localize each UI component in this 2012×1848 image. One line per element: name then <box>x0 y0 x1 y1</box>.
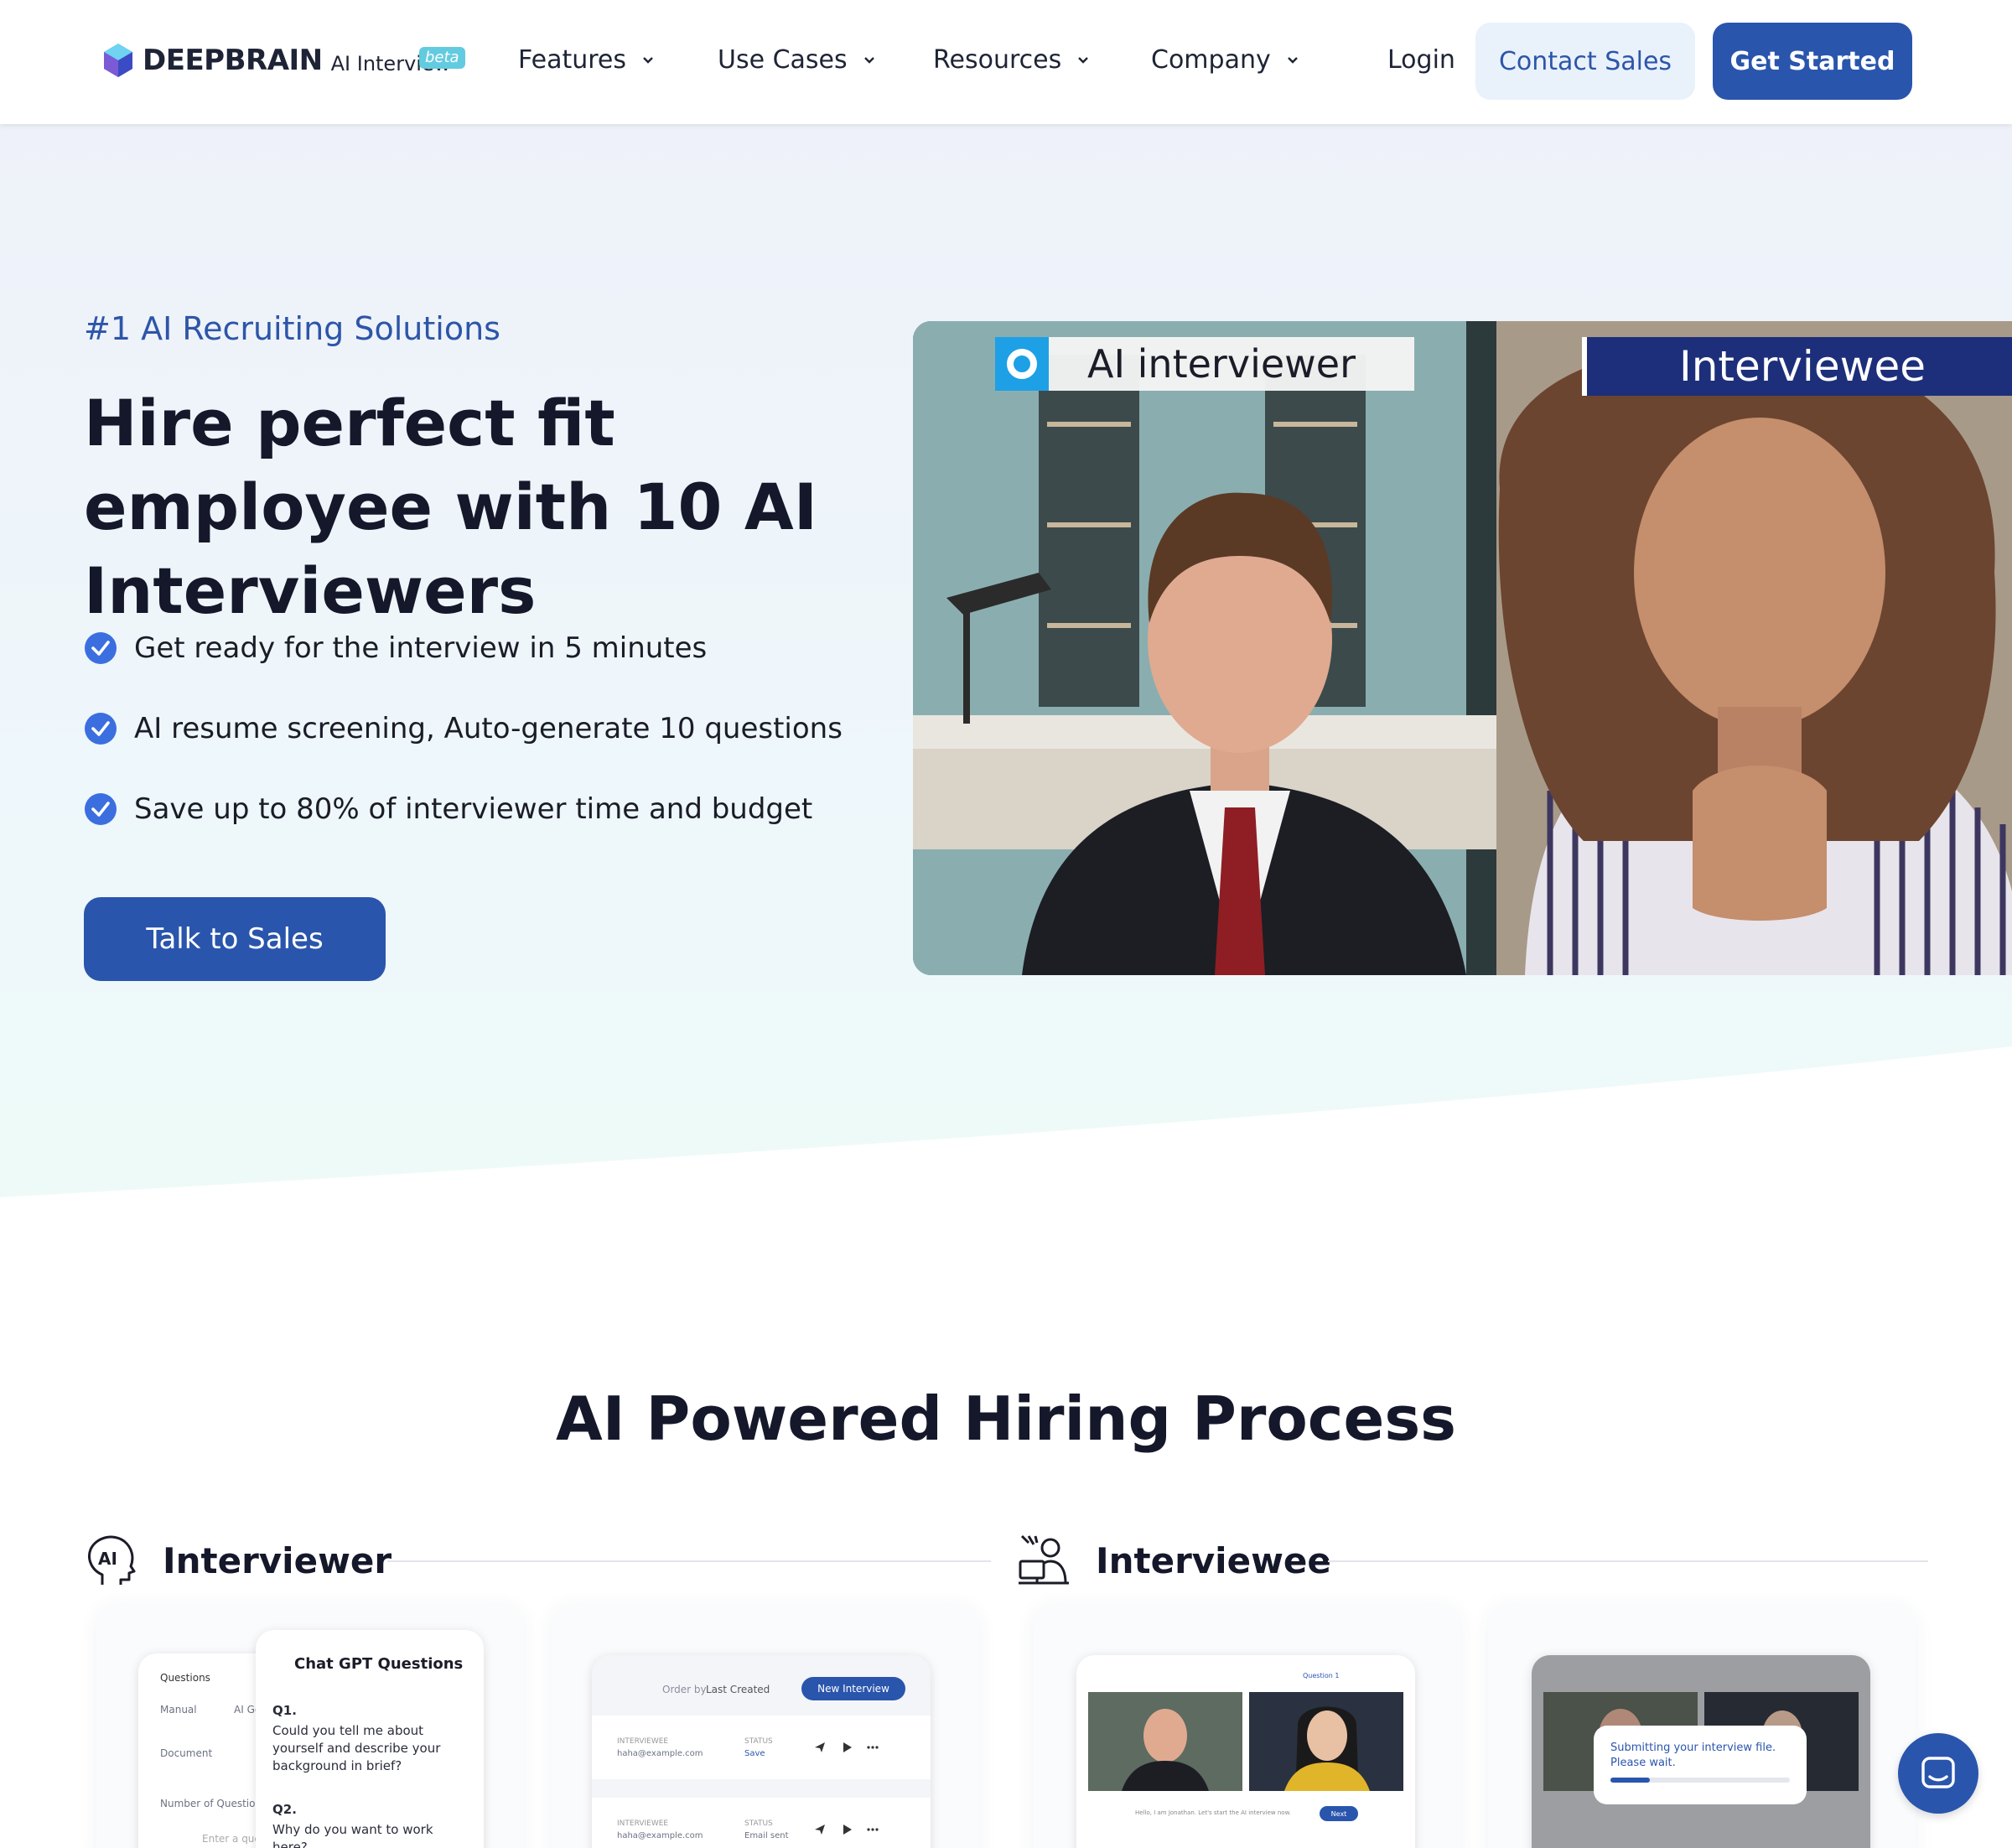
q2-text: Why do you want to work here? <box>272 1822 433 1848</box>
q1-label: Q1. <box>272 1703 297 1718</box>
hero-title: Hire perfect fit employee with 10 AI Int… <box>84 386 817 628</box>
questions-label: Questions <box>160 1672 210 1684</box>
order-by-value[interactable]: Last Created <box>706 1684 770 1695</box>
chevron-down-icon <box>643 56 653 64</box>
benefit-item: AI resume screening, Auto-generate 10 qu… <box>84 688 843 769</box>
interviewee-heading: Interviewee <box>1017 1533 1331 1588</box>
status-value: Email sent <box>744 1831 789 1840</box>
nav-features[interactable]: Features <box>518 45 655 75</box>
number-of-questions-label: Number of Questions <box>160 1798 267 1809</box>
check-circle-icon <box>85 713 117 745</box>
hero-interview-video[interactable]: AI interviewer Interviewee <box>913 321 2012 975</box>
interviewee-label: Interviewee <box>1582 337 2012 396</box>
deepbrain-ring-icon <box>995 337 1049 391</box>
svg-text:AI: AI <box>98 1549 117 1569</box>
brand-name: DEEPBRAIN <box>143 44 323 77</box>
get-started-button[interactable]: Get Started <box>1713 23 1912 100</box>
order-by-label: Order by <box>662 1684 707 1695</box>
nav-resources[interactable]: Resources <box>933 45 1090 75</box>
beta-badge: beta <box>419 47 465 69</box>
nav-use-cases-label: Use Cases <box>718 45 848 75</box>
benefit-item: Get ready for the interview in 5 minutes <box>84 608 843 688</box>
chevron-down-icon <box>1287 56 1298 64</box>
interviewee-col-label: INTERVIEWEE <box>617 1819 669 1828</box>
deepbrain-logo-icon <box>104 44 132 77</box>
status-col-label: STATUS <box>744 1737 773 1746</box>
hero-benefits-list: Get ready for the interview in 5 minutes… <box>84 608 843 849</box>
benefit-item: Save up to 80% of interviewer time and b… <box>84 769 843 849</box>
top-navigation: DEEPBRAIN AI Interview beta Features Use… <box>0 0 2012 124</box>
interview-caption: Hello, I am Jonathan. Let's start the AI… <box>1135 1809 1291 1816</box>
check-circle-icon <box>85 632 117 664</box>
talk-to-sales-button[interactable]: Talk to Sales <box>84 897 386 981</box>
status-col-label: STATUS <box>744 1819 773 1828</box>
hero-eyebrow: #1 AI Recruiting Solutions <box>84 310 500 347</box>
chat-bubble-icon <box>1921 1757 1955 1788</box>
benefit-text: AI resume screening, Auto-generate 10 qu… <box>134 712 843 745</box>
logo[interactable]: DEEPBRAIN AI Interview beta <box>102 42 465 79</box>
login-link[interactable]: Login <box>1387 45 1455 75</box>
interviewer-heading-label: Interviewer <box>163 1539 392 1581</box>
nav-company[interactable]: Company <box>1151 45 1299 75</box>
upload-progress-fill <box>1610 1778 1651 1783</box>
row-actions-icons[interactable] <box>813 1741 880 1754</box>
nav-use-cases[interactable]: Use Cases <box>718 45 876 75</box>
contact-sales-button[interactable]: Contact Sales <box>1475 23 1695 100</box>
row-actions-icons[interactable] <box>813 1823 880 1836</box>
check-circle-icon <box>85 793 117 825</box>
submitting-text: Submitting your interview file. Please w… <box>1610 1742 1776 1769</box>
new-interview-button[interactable]: New Interview <box>801 1677 905 1700</box>
chevron-down-icon <box>863 56 874 64</box>
chat-gpt-questions-panel: Chat GPT Questions Q1. Could you tell me… <box>256 1630 484 1848</box>
video-frame <box>913 321 2012 975</box>
document-label: Document <box>160 1747 213 1759</box>
interviewee-email: haha@example.com <box>617 1749 703 1758</box>
manual-option[interactable]: Manual <box>160 1704 197 1716</box>
feature-card-interview: Question 1 Hello, I am Jonathan. Let's s… <box>1033 1603 1460 1848</box>
status-value: Save <box>744 1749 765 1758</box>
ai-interviewer-label-text: AI interviewer <box>1087 341 1356 387</box>
chevron-down-icon <box>1078 56 1089 64</box>
benefit-text: Save up to 80% of interviewer time and b… <box>134 792 813 826</box>
chat-widget-button[interactable] <box>1898 1733 1978 1814</box>
nav-features-label: Features <box>518 45 626 75</box>
ai-interviewer-label: AI interviewer <box>995 337 1414 391</box>
interviewee-heading-label: Interviewee <box>1096 1539 1331 1581</box>
chat-gpt-title: Chat GPT Questions <box>294 1655 464 1673</box>
interviewee-email: haha@example.com <box>617 1831 703 1840</box>
q2-label: Q2. <box>272 1802 297 1817</box>
next-button[interactable]: Next <box>1320 1806 1358 1821</box>
feature-card-dashboard: Order by Last Created New Interview INTE… <box>552 1603 979 1848</box>
benefit-text: Get ready for the interview in 5 minutes <box>134 631 708 665</box>
nav-company-label: Company <box>1151 45 1271 75</box>
submit-preview-panel: Submitting your interview file. Please w… <box>1532 1655 1870 1848</box>
feature-card-submit: Submitting your interview file. Please w… <box>1488 1603 1916 1848</box>
q1-text: Could you tell me about yourself and des… <box>272 1723 441 1773</box>
nav-resources-label: Resources <box>933 45 1062 75</box>
question-progress-label: Question 1 <box>1303 1672 1340 1679</box>
interview-preview-panel: Question 1 Hello, I am Jonathan. Let's s… <box>1076 1655 1415 1848</box>
ai-head-icon: AI <box>88 1535 136 1585</box>
interview-list-panel: Order by Last Created New Interview INTE… <box>592 1655 931 1848</box>
table-row[interactable]: INTERVIEWEE haha@example.com STATUS Save <box>592 1716 931 1779</box>
submitting-dialog: Submitting your interview file. Please w… <box>1594 1726 1807 1804</box>
interview-video-thumbs <box>1088 1692 1403 1791</box>
divider <box>1328 1560 1928 1562</box>
divider <box>387 1560 991 1562</box>
interviewer-heading: AI Interviewer <box>84 1533 392 1588</box>
feature-card-questions: Questions Manual AI Ge Document Number o… <box>96 1603 524 1848</box>
person-laptop-icon <box>1019 1534 1069 1585</box>
section-title: AI Powered Hiring Process <box>555 1383 1457 1454</box>
table-row[interactable]: INTERVIEWEE haha@example.com STATUS Emai… <box>592 1798 931 1848</box>
upload-progress-track <box>1610 1778 1790 1783</box>
interviewee-col-label: INTERVIEWEE <box>617 1737 669 1746</box>
